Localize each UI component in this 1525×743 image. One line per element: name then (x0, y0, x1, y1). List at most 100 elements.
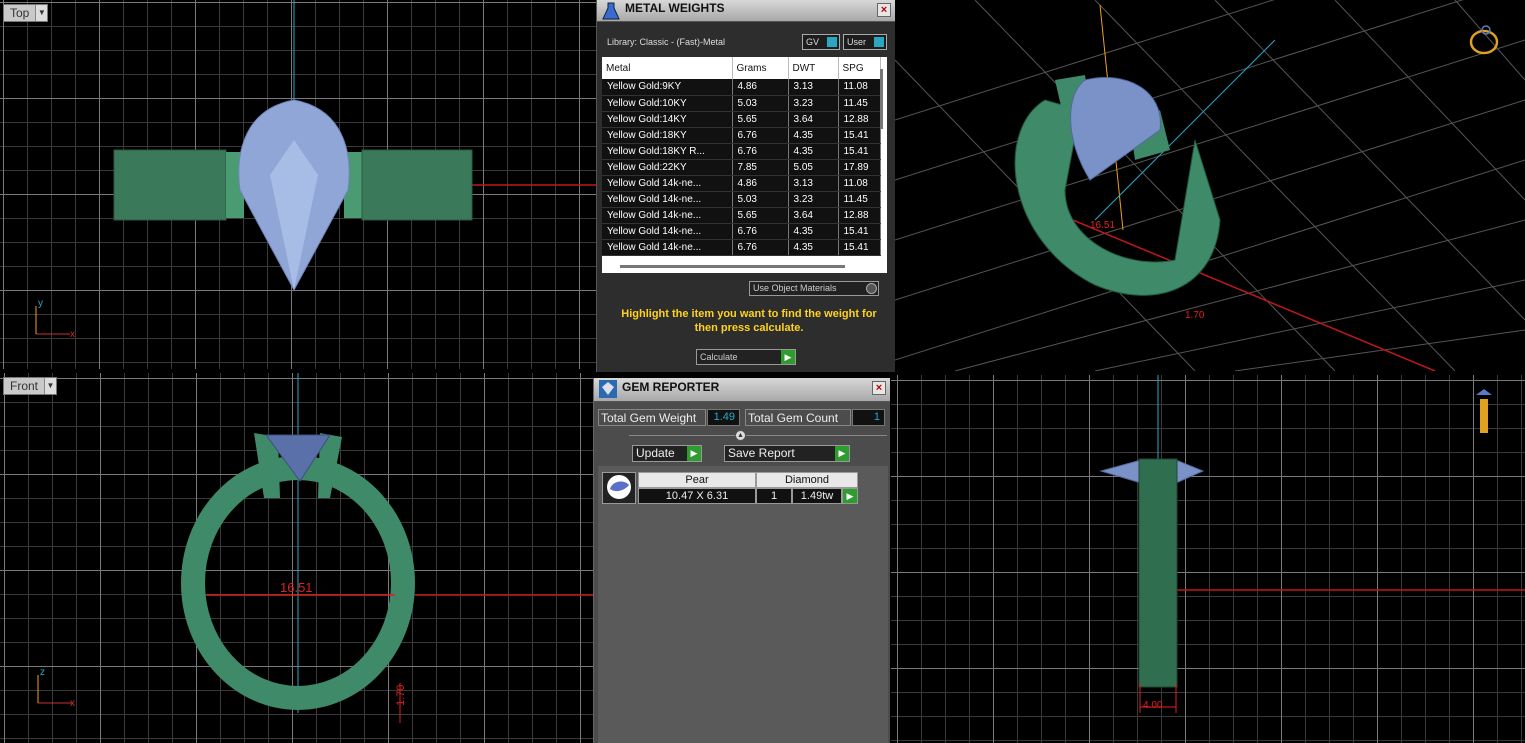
table-cell: 5.65 (732, 111, 789, 128)
dim-width: 16.51 (280, 580, 313, 595)
table-cell: 4.35 (788, 127, 839, 144)
col-header-spg[interactable]: SPG (838, 57, 881, 79)
metal-table[interactable]: Metal Grams DWT SPG Yellow Gold:9KY 4.86 3… (602, 57, 887, 273)
viewport-right[interactable]: 4.00 (891, 375, 1525, 743)
divider (629, 435, 887, 436)
table-row[interactable]: Yellow Gold:22KY 7.85 5.05 17.89 (602, 159, 881, 176)
svg-text:1.70: 1.70 (1185, 310, 1205, 321)
viewport-top[interactable]: yx Top ▼ (0, 0, 596, 369)
table-cell: Yellow Gold 14k-ne... (602, 239, 733, 256)
table-cell: 11.45 (838, 95, 881, 112)
table-cell: 4.86 (732, 79, 789, 96)
table-cell: 17.89 (838, 159, 881, 176)
table-cell: 3.23 (788, 95, 839, 112)
horizontal-scrollbar[interactable] (620, 265, 845, 268)
vertical-scrollbar[interactable] (880, 69, 883, 129)
table-cell: 3.13 (788, 175, 839, 192)
flask-icon (602, 2, 620, 20)
table-row[interactable]: Yellow Gold:18KY R... 6.76 4.35 15.41 (602, 143, 881, 160)
table-cell: 7.85 (732, 159, 789, 176)
gem-material: Diamond (756, 472, 858, 488)
gem-shape: Pear (638, 472, 756, 488)
front-view-drawing: 16.51 1.70 z x (37, 373, 594, 723)
shank-left (113, 149, 227, 221)
table-cell: 11.45 (838, 191, 881, 208)
collapse-handle[interactable]: ▲ (735, 430, 746, 441)
viewport-front[interactable]: 16.51 1.70 z x Front ▼ (0, 373, 594, 743)
table-cell: 3.13 (788, 79, 839, 96)
gem-reporter-panel: GEM REPORTER × Total Gem Weight 1.49 Tot… (593, 378, 890, 743)
table-cell: Yellow Gold:18KY R... (602, 143, 733, 160)
svg-text:1.70: 1.70 (395, 685, 407, 706)
table-cell: 15.41 (838, 239, 881, 256)
use-object-materials-toggle[interactable]: Use Object Materials (749, 281, 879, 296)
svg-text:z: z (40, 667, 45, 678)
chevron-down-icon[interactable]: ▼ (35, 5, 48, 21)
table-cell: Yellow Gold 14k-ne... (602, 191, 733, 208)
table-row[interactable]: Yellow Gold 14k-ne... 5.65 3.64 12.88 (602, 207, 881, 224)
table-row[interactable]: Yellow Gold:10KY 5.03 3.23 11.45 (602, 95, 881, 112)
table-cell: 6.76 (732, 223, 789, 240)
table-cell: 11.08 (838, 175, 881, 192)
col-header-grams[interactable]: Grams (732, 57, 789, 79)
panel-title: GEM REPORTER (622, 380, 720, 394)
table-cell: Yellow Gold:18KY (602, 127, 733, 144)
viewport-perspective[interactable]: 16.51 1.70 (895, 0, 1525, 371)
viewport-label-front[interactable]: Front ▼ (3, 377, 58, 395)
table-cell: Yellow Gold:14KY (602, 111, 733, 128)
gem-reporter-title-bar[interactable]: GEM REPORTER × (594, 378, 890, 402)
panel-title: METAL WEIGHTS (625, 1, 725, 15)
gv-toggle[interactable]: GV (802, 34, 840, 50)
update-button[interactable]: Update ▶ (632, 445, 702, 462)
instruction-text: Highlight the item you want to find the … (621, 308, 877, 334)
svg-text:y: y (38, 298, 43, 309)
table-cell: 15.41 (838, 223, 881, 240)
perspective-view-drawing: 16.51 1.70 (895, 0, 1525, 371)
radio-icon (866, 283, 877, 294)
chevron-down-icon[interactable]: ▼ (44, 378, 57, 394)
table-cell: 5.03 (732, 95, 789, 112)
play-icon: ▶ (687, 446, 701, 461)
table-row[interactable]: Yellow Gold 14k-ne... 6.76 4.35 15.41 (602, 239, 881, 256)
gem-detail-button[interactable]: ▶ (842, 488, 858, 504)
close-button[interactable]: × (877, 3, 891, 17)
table-row[interactable]: Yellow Gold:14KY 5.65 3.64 12.88 (602, 111, 881, 128)
total-gem-count-label: Total Gem Count (745, 409, 851, 426)
save-report-button[interactable]: Save Report ▶ (724, 445, 850, 462)
gem-list[interactable]: Pear Diamond 10.47 X 6.31 1 1.49tw ▶ (598, 466, 888, 743)
total-gem-weight-value: 1.49 (707, 409, 740, 426)
dim-thickness: 4.00 (1143, 700, 1163, 711)
shank-right (361, 149, 473, 221)
svg-text:16.51: 16.51 (1090, 220, 1115, 231)
metal-weights-title-bar[interactable]: METAL WEIGHTS × (597, 0, 895, 22)
table-row[interactable]: Yellow Gold:18KY 6.76 4.35 15.41 (602, 127, 881, 144)
table-cell: Yellow Gold:9KY (602, 79, 733, 96)
table-row[interactable]: Yellow Gold 14k-ne... 6.76 4.35 15.41 (602, 223, 881, 240)
ring-icon (1469, 25, 1499, 55)
table-cell: Yellow Gold 14k-ne... (602, 223, 733, 240)
table-cell: 4.35 (788, 239, 839, 256)
table-cell: 15.41 (838, 127, 881, 144)
table-cell: 5.65 (732, 207, 789, 224)
viewport-label-top[interactable]: Top ▼ (3, 4, 49, 22)
col-header-metal[interactable]: Metal (602, 57, 733, 79)
table-cell: 5.03 (732, 191, 789, 208)
total-gem-count-value: 1 (852, 409, 885, 426)
user-toggle[interactable]: User (843, 34, 887, 50)
table-cell: Yellow Gold:22KY (602, 159, 733, 176)
metal-weights-panel: METAL WEIGHTS × Library: Classic - (Fast… (596, 0, 895, 372)
table-cell: Yellow Gold:10KY (602, 95, 733, 112)
close-button[interactable]: × (872, 381, 886, 395)
pear-gem-icon (602, 472, 636, 504)
right-view-drawing: 4.00 (1099, 375, 1525, 713)
table-row[interactable]: Yellow Gold 14k-ne... 4.86 3.13 11.08 (602, 175, 881, 192)
play-icon: ▶ (835, 446, 849, 461)
table-row[interactable]: Yellow Gold:9KY 4.86 3.13 11.08 (602, 79, 881, 96)
col-header-dwt[interactable]: DWT (788, 57, 839, 79)
ring-side-icon (1476, 389, 1492, 433)
table-cell: 5.05 (788, 159, 839, 176)
calculate-button[interactable]: Calculate ▶ (696, 349, 796, 365)
table-cell: 3.64 (788, 207, 839, 224)
gem-size: 10.47 X 6.31 (638, 488, 756, 504)
table-row[interactable]: Yellow Gold 14k-ne... 5.03 3.23 11.45 (602, 191, 881, 208)
